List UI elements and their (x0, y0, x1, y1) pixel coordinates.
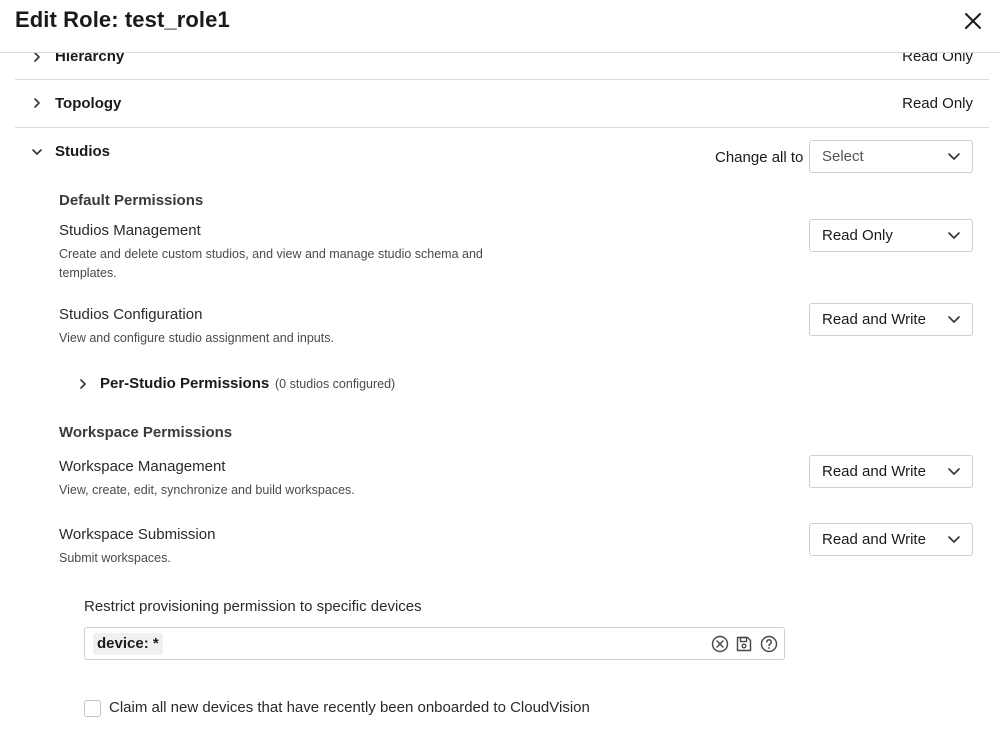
divider (15, 79, 989, 80)
per-studio-count: (0 studios configured) (275, 377, 396, 391)
save-icon[interactable] (734, 634, 754, 654)
studios-management-select-value: Read Only (822, 227, 893, 244)
per-studio-permissions-label[interactable]: Per-Studio Permissions (100, 375, 269, 392)
restrict-provisioning-label: Restrict provisioning permission to spec… (84, 598, 422, 615)
section-topology[interactable]: Topology Read Only (15, 88, 989, 128)
change-all-label: Change all to (715, 149, 804, 166)
default-permissions-heading: Default Permissions (59, 192, 204, 209)
studios-configuration-select-value: Read and Write (822, 311, 926, 328)
device-query-input[interactable]: device: * (84, 627, 785, 660)
studios-management-description: Create and delete custom studios, and vi… (59, 247, 483, 280)
chevron-right-icon[interactable] (30, 96, 44, 110)
change-all-select[interactable]: Select (809, 140, 973, 173)
close-icon[interactable] (960, 8, 986, 34)
workspace-management-title: Workspace Management (59, 458, 226, 475)
workspace-submission-description: Submit workspaces. (59, 551, 171, 565)
section-topology-label: Topology (55, 95, 122, 112)
claim-new-devices-label[interactable]: Claim all new devices that have recently… (109, 699, 590, 716)
workspace-management-select-value: Read and Write (822, 463, 926, 480)
studios-management-select[interactable]: Read Only (809, 219, 973, 252)
workspace-permissions-heading: Workspace Permissions (59, 424, 233, 441)
dialog-title: Edit Role: test_role1 (15, 7, 230, 32)
chevron-down-icon (948, 536, 960, 543)
workspace-submission-select-value: Read and Write (822, 531, 926, 548)
section-topology-value: Read Only (902, 95, 973, 112)
clear-circle-icon[interactable] (710, 634, 730, 654)
studios-configuration-title: Studios Configuration (59, 306, 203, 323)
change-all-select-value: Select (822, 148, 864, 165)
studios-configuration-select[interactable]: Read and Write (809, 303, 973, 336)
chevron-down-icon (948, 316, 960, 323)
device-query-chip[interactable]: device: * (93, 633, 163, 655)
workspace-submission-title: Workspace Submission (59, 526, 216, 543)
chevron-down-icon[interactable] (30, 145, 44, 159)
workspace-management-select[interactable]: Read and Write (809, 455, 973, 488)
section-studios-label[interactable]: Studios (55, 143, 110, 160)
chevron-down-icon (948, 232, 960, 239)
claim-new-devices-checkbox[interactable] (84, 700, 101, 717)
chevron-down-icon (948, 468, 960, 475)
studios-management-title: Studios Management (59, 222, 201, 239)
studios-configuration-description: View and configure studio assignment and… (59, 331, 334, 345)
divider (15, 127, 989, 128)
chevron-right-icon[interactable] (76, 377, 90, 391)
help-icon[interactable] (759, 634, 779, 654)
chevron-down-icon (948, 153, 960, 160)
workspace-management-description: View, create, edit, synchronize and buil… (59, 483, 355, 497)
dialog-header: Edit Role: test_role1 (0, 0, 1000, 53)
workspace-submission-select[interactable]: Read and Write (809, 523, 973, 556)
